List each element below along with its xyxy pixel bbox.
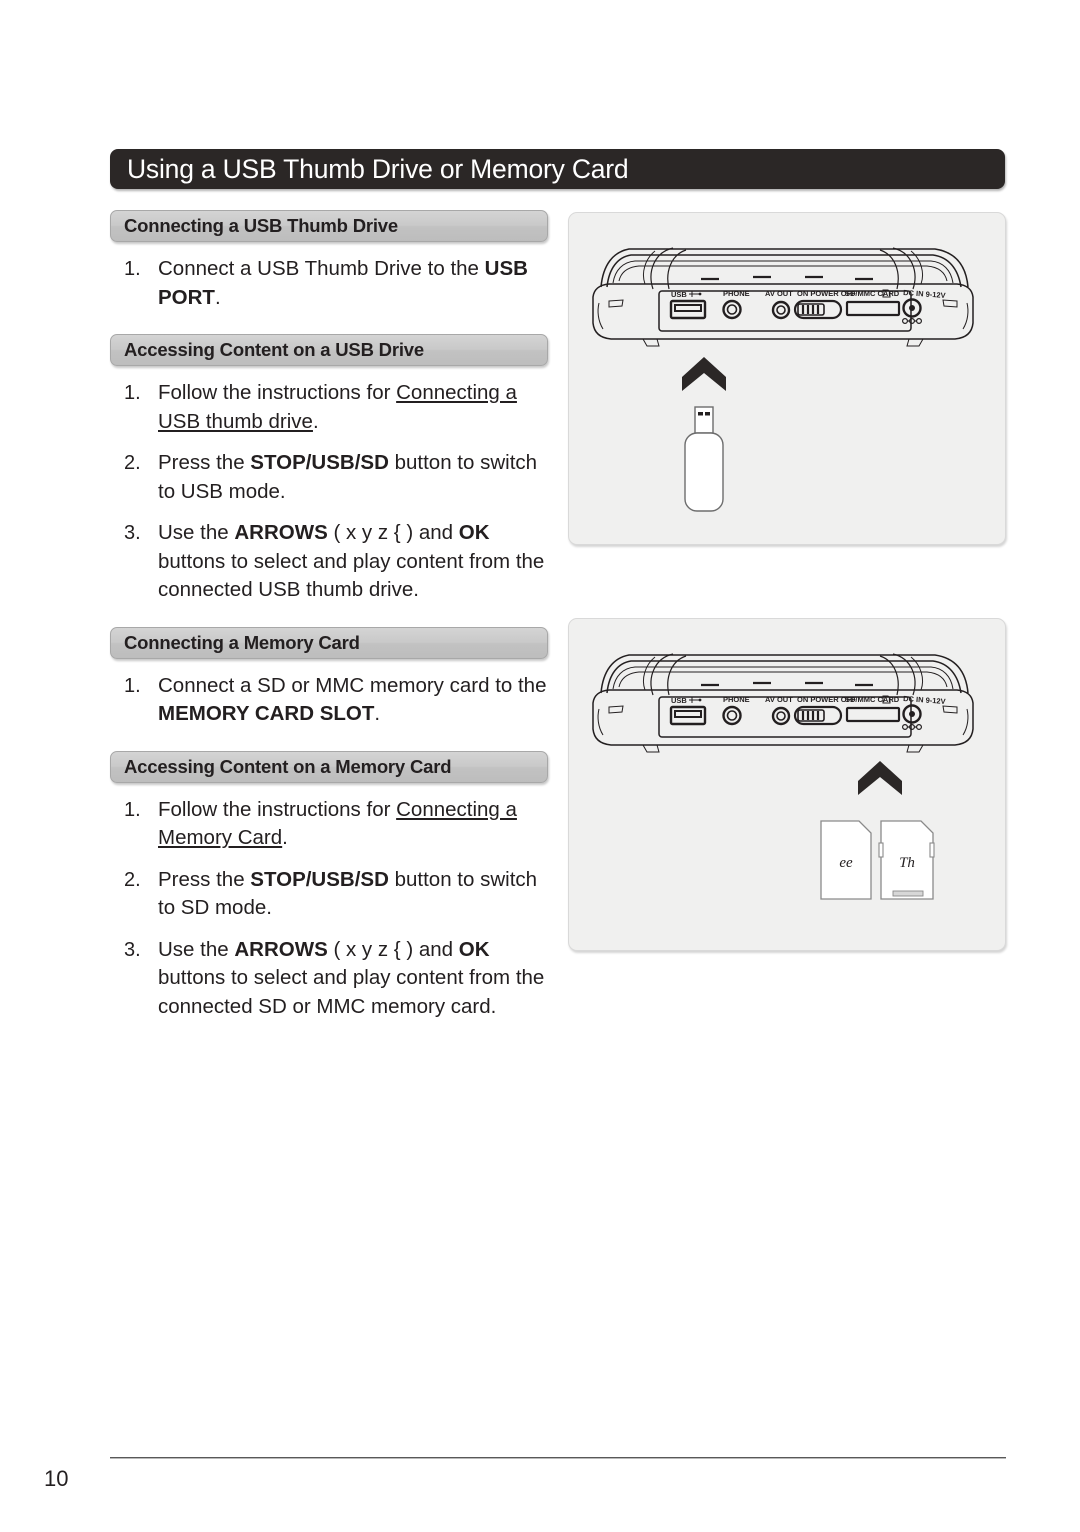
- page-title-bar: Using a USB Thumb Drive or Memory Card: [110, 149, 1005, 189]
- memory-card-label-left: ee: [839, 855, 853, 871]
- page-number: 10: [44, 1466, 69, 1491]
- step-text-fragment: .: [214, 285, 221, 309]
- step-text-fragment: STOP/USB/SD: [250, 867, 389, 891]
- step-number: 1.: [124, 258, 141, 280]
- instructions-column: Connecting a USB Thumb Drive 1. Connect a …: [110, 210, 550, 1021]
- step-item: 2. Press the STOP/USB/SD button to switch…: [110, 449, 550, 506]
- svg-text:PHONE: PHONE: [723, 289, 750, 298]
- footer-divider: [110, 1457, 1006, 1459]
- step-text-fragment: Use the: [158, 521, 235, 544]
- step-number: 3.: [124, 522, 141, 544]
- section-header-4: Accessing Content on a Memory Card: [110, 750, 548, 783]
- memory-card-label-right: Th: [899, 855, 915, 871]
- step-text-fragment: ARROWS: [234, 521, 328, 544]
- step-text-fragment: .: [282, 826, 288, 849]
- step-item: 3. Use the ARROWS ( x y z { ) and OK butt…: [110, 936, 550, 1022]
- step-number: 1.: [124, 674, 141, 697]
- svg-text:PHONE: PHONE: [723, 695, 750, 704]
- step-item: 1. Follow the instructions for Connecting…: [110, 379, 550, 436]
- step-text-fragment: Follow the instructions for: [158, 381, 397, 404]
- step-text-fragment: OK: [458, 521, 490, 544]
- step-text-fragment: .: [312, 409, 319, 433]
- section-header-label: Connecting a Memory Card: [124, 631, 360, 653]
- step-text: Use the ARROWS ( x y z { ) and OK button…: [158, 519, 550, 605]
- svg-text:SD/MMC CARD: SD/MMC CARD: [845, 695, 900, 704]
- step-text: Use the ARROWS ( x y z { ) and OK button…: [158, 936, 550, 1022]
- page-title: Using a USB Thumb Drive or Memory Card: [127, 153, 629, 184]
- step-text-fragment: STOP/USB/SD: [250, 451, 389, 474]
- memory-cards-illustration: ee Th: [820, 820, 935, 900]
- step-number: 1.: [124, 382, 141, 404]
- step-text-fragment: .: [374, 702, 381, 725]
- usb-thumb-drive-illustration: [684, 406, 724, 512]
- step-list: 1. Connect a SD or MMC memory card to the…: [110, 672, 550, 729]
- section-header-2: Accessing Content on a USB Drive: [110, 334, 548, 366]
- section-header-label: Accessing Content on a USB Drive: [124, 339, 424, 360]
- up-chevron-icon: [682, 357, 726, 391]
- device-side-view-illustration: USB PHONE AV OUT ON POWER OFF SD/MMC CAR…: [592, 247, 974, 347]
- step-item: 1. Connect a USB Thumb Drive to the USB P…: [110, 255, 550, 312]
- step-number: 1.: [124, 798, 141, 821]
- svg-text:DC IN 9-12V: DC IN 9-12V: [903, 288, 946, 300]
- step-list: 1. Follow the instructions for Connecting…: [110, 796, 550, 1022]
- svg-text:USB: USB: [671, 290, 687, 299]
- step-item: 2. Press the STOP/USB/SD button to switch…: [110, 866, 550, 923]
- svg-text:AV OUT: AV OUT: [765, 289, 793, 298]
- step-text-fragment: Connect a SD or MMC memory card to the: [158, 673, 547, 697]
- illustration-panel-memory-card: USB PHONE AV OUT ON POWER OFF SD/MMC CAR…: [568, 618, 1006, 951]
- step-text: Press the STOP/USB/SD button to switch t…: [158, 449, 550, 506]
- section-header-1: Connecting a USB Thumb Drive: [110, 210, 548, 242]
- step-text-fragment: OK: [458, 937, 490, 961]
- step-number: 3.: [124, 938, 141, 961]
- step-text-fragment: Connect a USB Thumb Drive to the: [158, 257, 485, 280]
- step-text-fragment: MEMORY CARD SLOT: [158, 702, 375, 725]
- step-text-fragment: Use the: [158, 937, 235, 961]
- step-text-fragment: ( x y z { ) and: [327, 937, 459, 961]
- step-number: 2.: [124, 868, 141, 891]
- step-list: 1. Connect a USB Thumb Drive to the USB P…: [110, 255, 550, 312]
- step-text: Follow the instructions for Connecting a…: [158, 796, 550, 853]
- step-text: Connect a USB Thumb Drive to the USB POR…: [158, 255, 550, 312]
- section-header-3: Connecting a Memory Card: [110, 626, 548, 659]
- step-item: 1. Follow the instructions for Connecting…: [110, 796, 550, 853]
- step-list: 1. Follow the instructions for Connecting…: [110, 379, 550, 605]
- svg-text:SD/MMC CARD: SD/MMC CARD: [845, 289, 900, 298]
- svg-text:DC IN 9-12V: DC IN 9-12V: [903, 694, 946, 706]
- step-text: Connect a SD or MMC memory card to the M…: [158, 672, 550, 729]
- step-item: 3. Use the ARROWS ( x y z { ) and OK butt…: [110, 519, 550, 605]
- device-side-view-illustration: USB PHONE AV OUT ON POWER OFF SD/MMC CAR…: [592, 653, 974, 753]
- step-text-fragment: buttons to select and play content from …: [158, 549, 545, 602]
- svg-text:USB: USB: [671, 696, 687, 705]
- step-number: 2.: [124, 452, 141, 474]
- step-text-fragment: buttons to select and play content from …: [158, 966, 545, 1018]
- svg-text:AV OUT: AV OUT: [765, 695, 793, 704]
- section-header-label: Connecting a USB Thumb Drive: [124, 215, 398, 236]
- illustration-panel-usb: USB PHONE AV OUT ON POWER OFF SD/MMC CAR…: [568, 212, 1006, 545]
- step-text-fragment: ( x y z { ) and: [327, 521, 459, 544]
- step-text-fragment: ARROWS: [234, 937, 328, 961]
- up-chevron-icon: [858, 761, 902, 795]
- section-header-label: Accessing Content on a Memory Card: [124, 755, 452, 777]
- step-text-fragment: Press the: [158, 451, 251, 474]
- step-text: Follow the instructions for Connecting a…: [158, 379, 550, 436]
- step-item: 1. Connect a SD or MMC memory card to the…: [110, 672, 550, 729]
- step-text-fragment: Follow the instructions for: [158, 797, 397, 821]
- step-text-fragment: Press the: [158, 867, 251, 891]
- step-text: Press the STOP/USB/SD button to switch t…: [158, 866, 550, 923]
